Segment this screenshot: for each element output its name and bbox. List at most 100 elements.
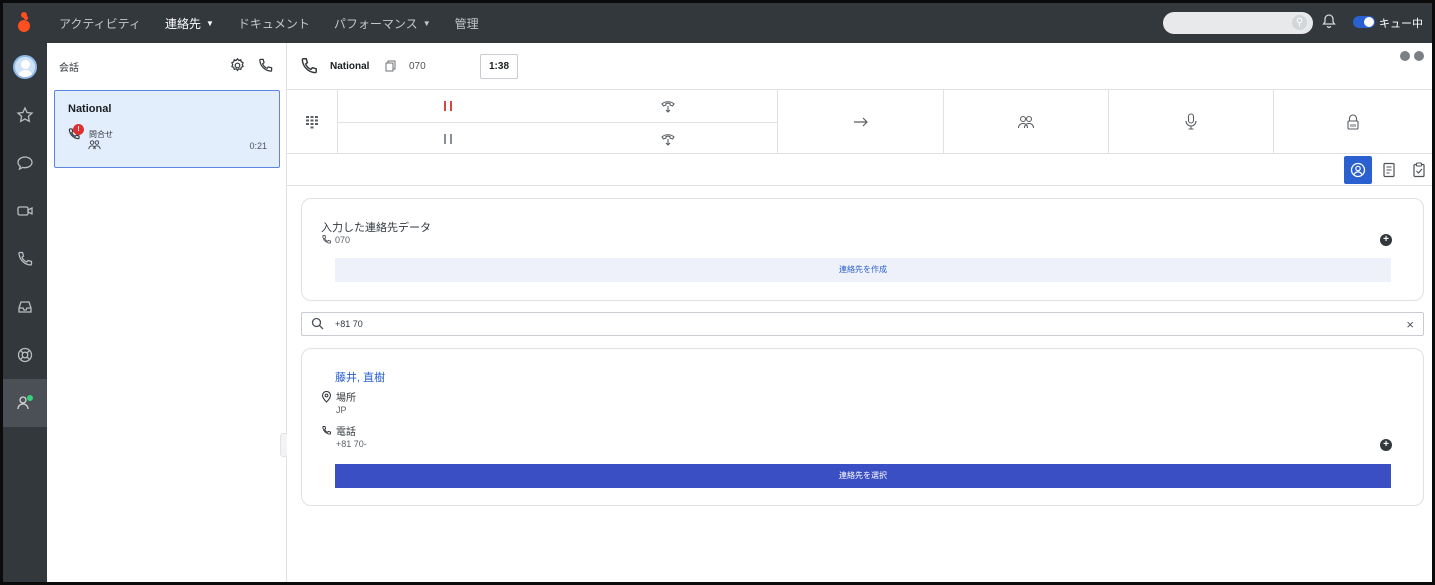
queue-toggle[interactable] xyxy=(1353,16,1375,28)
plus-circle-icon[interactable]: + xyxy=(1380,234,1392,246)
nav-activity[interactable]: アクティビティ xyxy=(47,3,153,43)
video-icon xyxy=(17,206,33,216)
disconnect-button-2[interactable] xyxy=(558,123,778,154)
dialpad-button[interactable] xyxy=(287,90,338,154)
plus-circle-icon[interactable]: + xyxy=(1380,439,1392,451)
entered-contact-card: 入力した連絡先データ 070 + 連絡先を作成 xyxy=(301,198,1424,301)
left-rail xyxy=(3,43,47,582)
queue-label: キュー中 xyxy=(1379,18,1423,30)
call-party-name: National xyxy=(330,61,370,72)
collapse-icon[interactable] xyxy=(1400,51,1410,61)
conversation-card[interactable]: National ! 問合せ 0:21 xyxy=(54,90,280,168)
rail-favorites[interactable] xyxy=(3,91,47,139)
hangup-icon xyxy=(660,101,675,113)
nav-documents[interactable]: ドキュメント xyxy=(226,3,322,43)
phone-label-text: 電話 xyxy=(336,427,356,438)
dialpad-icon xyxy=(306,116,318,129)
disconnect-button-1[interactable] xyxy=(558,90,778,122)
entered-contact-phone: 070 xyxy=(321,234,350,245)
location-pin-icon xyxy=(321,390,332,403)
pause-icon xyxy=(444,133,452,144)
avatar xyxy=(13,55,37,79)
location-value: JP xyxy=(336,405,347,415)
panel-window-controls[interactable] xyxy=(1400,51,1424,61)
phone-icon xyxy=(322,235,331,244)
global-search-input[interactable]: ⚲ xyxy=(1163,12,1313,34)
tab-contact[interactable] xyxy=(1344,156,1372,184)
conversations-header: 会話 xyxy=(47,43,286,90)
rail-contacts[interactable] xyxy=(3,379,47,427)
conversation-name: National xyxy=(68,103,112,115)
phone-value: +81 70- xyxy=(336,439,367,449)
contact-name[interactable]: 藤井, 直樹 xyxy=(335,369,385,385)
call-header: National 070 1:38 xyxy=(287,43,1432,90)
mute-button[interactable] xyxy=(1109,90,1274,154)
notes-icon xyxy=(1383,162,1395,178)
hold-button-2[interactable] xyxy=(338,123,558,154)
nav-contacts[interactable]: 連絡先 ▼ xyxy=(153,3,226,43)
nav-documents-label: ドキュメント xyxy=(237,16,310,31)
copy-icon[interactable] xyxy=(385,60,396,75)
nav-activity-label: アクティビティ xyxy=(59,16,141,31)
hangup-icon xyxy=(660,133,675,146)
contacts-icon xyxy=(17,395,33,410)
gear-icon[interactable] xyxy=(229,57,246,77)
rail-phone[interactable] xyxy=(3,235,47,283)
support-icon xyxy=(17,347,33,363)
close-icon[interactable]: × xyxy=(1406,317,1414,332)
top-navigation-bar: アクティビティ 連絡先 ▼ ドキュメント パフォーマンス ▼ 管理 ⚲ キュー中 xyxy=(3,3,1432,43)
main-nav: アクティビティ 連絡先 ▼ ドキュメント パフォーマンス ▼ 管理 xyxy=(47,3,491,43)
call-number: 070 xyxy=(409,61,426,72)
call-timer: 1:38 xyxy=(480,54,518,79)
rail-video[interactable] xyxy=(3,187,47,235)
conversation-duration: 0:21 xyxy=(249,141,267,151)
consult-button[interactable] xyxy=(944,90,1109,154)
user-circle-icon xyxy=(1350,162,1366,178)
rail-avatar[interactable] xyxy=(3,43,47,91)
chat-icon xyxy=(17,156,33,171)
entered-contact-title: 入力した連絡先データ xyxy=(321,222,431,234)
phone-label: 電話 xyxy=(321,423,356,438)
microphone-icon xyxy=(1185,113,1197,130)
location-label-text: 場所 xyxy=(336,393,356,404)
main-content: National 070 1:38 入力した連絡先データ 070 + 連絡先を作… xyxy=(287,43,1432,582)
secure-pause-button[interactable] xyxy=(1274,90,1432,154)
genesys-logo[interactable] xyxy=(3,3,47,43)
lock-icon xyxy=(1347,114,1359,130)
rail-support[interactable] xyxy=(3,331,47,379)
transfer-button[interactable] xyxy=(778,90,944,154)
phone-icon xyxy=(18,251,33,266)
new-call-phone-icon[interactable] xyxy=(257,57,274,77)
conversations-panel: 会話 National ! 問合せ 0:21 xyxy=(47,43,287,582)
alert-badge: ! xyxy=(73,124,84,135)
phone-icon xyxy=(299,56,319,79)
chevron-down-icon: ▼ xyxy=(205,18,214,28)
arrow-right-icon xyxy=(853,117,868,127)
rail-chat[interactable] xyxy=(3,139,47,187)
tab-wrapup[interactable] xyxy=(1405,156,1432,184)
side-tabs xyxy=(287,154,1432,186)
contact-result-card: 藤井, 直樹 場所 JP 電話 +81 70- + 連絡先を選択 xyxy=(301,348,1424,506)
rail-inbox[interactable] xyxy=(3,283,47,331)
contact-panel: 入力した連絡先データ 070 + 連絡先を作成 +81 70 × 藤井, 直樹 xyxy=(287,186,1432,582)
nav-performance[interactable]: パフォーマンス ▼ xyxy=(322,3,443,43)
conversations-title: 会話 xyxy=(59,63,79,74)
phone-icon xyxy=(322,426,331,435)
chevron-down-icon: ▼ xyxy=(422,18,431,28)
call-controls xyxy=(287,90,1432,154)
search-icon: ⚲ xyxy=(1292,15,1307,30)
create-contact-button[interactable]: 連絡先を作成 xyxy=(335,258,1391,282)
inbox-icon xyxy=(18,301,32,313)
nav-admin[interactable]: 管理 xyxy=(443,3,491,43)
select-contact-button[interactable]: 連絡先を選択 xyxy=(335,464,1391,488)
settings-icon[interactable] xyxy=(1414,51,1424,61)
nav-contacts-label: 連絡先 xyxy=(164,16,201,31)
search-icon xyxy=(311,317,324,333)
clipboard-check-icon xyxy=(1413,162,1425,178)
app-window: アクティビティ 連絡先 ▼ ドキュメント パフォーマンス ▼ 管理 ⚲ キュー中 xyxy=(0,0,1435,585)
nav-performance-label: パフォーマンス xyxy=(333,16,418,31)
hold-button-1[interactable] xyxy=(338,90,558,122)
notification-bell-icon[interactable] xyxy=(1321,13,1341,33)
contact-search-input[interactable]: +81 70 × xyxy=(301,312,1424,336)
tab-notes[interactable] xyxy=(1375,156,1403,184)
